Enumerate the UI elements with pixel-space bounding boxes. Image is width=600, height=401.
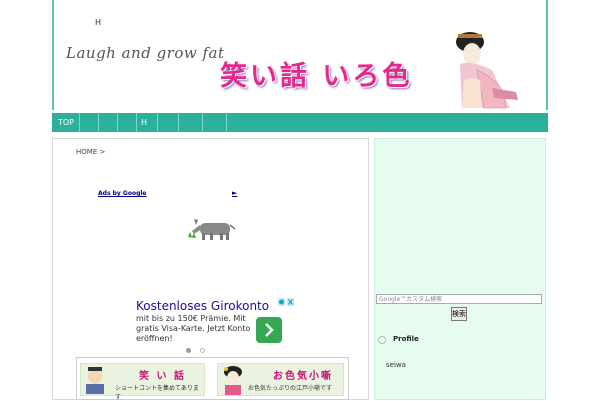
main-nav: TOP H <box>52 113 548 132</box>
nav-item-7[interactable] <box>179 113 203 132</box>
carousel-dot[interactable] <box>200 348 206 353</box>
profile-bullet-icon <box>378 336 386 344</box>
header-tagline: H <box>95 18 102 27</box>
banner-oiroke[interactable]: お色気小噺 お色気たっぷりの江戸小噺です <box>217 363 344 396</box>
nav-top[interactable]: TOP <box>52 113 80 132</box>
banner-subtitle: お色気たっぷりの江戸小噺です <box>248 385 333 392</box>
banner-title: お色気小噺 <box>273 371 333 382</box>
nav-item-3[interactable] <box>99 113 118 132</box>
chevron-right-icon <box>265 323 274 337</box>
ad-choices-icon[interactable] <box>278 298 294 306</box>
banner-warai-banashi[interactable]: 笑 い 話 ショートコントを集めてあります <box>80 363 205 401</box>
profile-heading: Profile <box>393 335 419 343</box>
banner-title: 笑 い 話 <box>139 371 186 382</box>
ad-open-button[interactable] <box>256 317 282 343</box>
nav-item-8[interactable] <box>203 113 227 132</box>
geisha-icon <box>224 366 242 395</box>
breadcrumb-separator: > <box>99 148 106 156</box>
ads-by-google-link[interactable]: Ads by Google <box>98 190 146 197</box>
nav-item-2[interactable] <box>80 113 99 132</box>
carousel-dots <box>186 338 209 357</box>
search-input[interactable]: Google™カスタム検索 <box>376 294 542 304</box>
banner-subtitle: ショートコントを集めてあります <box>115 385 199 401</box>
nav-item-h[interactable]: H <box>137 113 158 132</box>
donkey-image <box>188 219 236 240</box>
ads-arrow-link[interactable]: ► <box>232 189 237 197</box>
breadcrumb-home[interactable]: HOME <box>76 148 97 156</box>
nav-item-4[interactable] <box>118 113 137 132</box>
geisha-illustration <box>456 32 518 109</box>
search-button[interactable]: 検索 <box>451 307 467 321</box>
breadcrumb: HOME > <box>76 148 105 156</box>
ad-title-link[interactable]: Kostenloses Girokonto <box>136 299 269 313</box>
logo-english[interactable]: Laugh and grow fat <box>66 44 225 62</box>
carousel-dot-active[interactable] <box>186 348 191 353</box>
logo-japanese[interactable]: 笑い話 いろ色 <box>220 54 412 93</box>
nav-item-6[interactable] <box>158 113 179 132</box>
comedian-icon <box>86 367 104 394</box>
profile-name: seiwa <box>386 361 406 369</box>
